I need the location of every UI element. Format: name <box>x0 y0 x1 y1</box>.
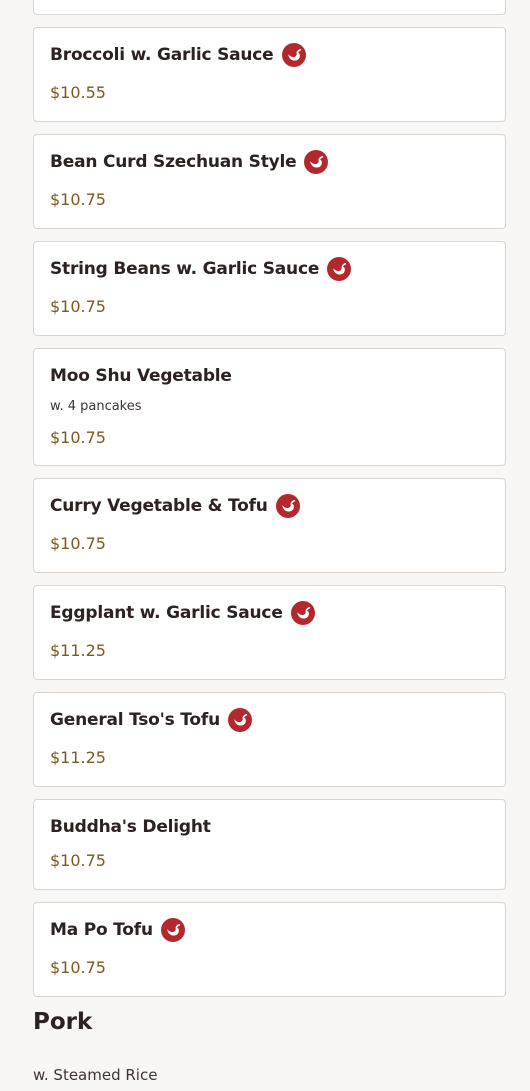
menu-item-card[interactable]: Moo Shu Vegetable w. 4 pancakes $10.75 <box>33 348 506 466</box>
menu-item-title-row: General Tso's Tofu <box>50 707 253 733</box>
menu-item-card-partial[interactable] <box>33 0 506 15</box>
chili-pepper-icon <box>160 918 185 942</box>
chili-pepper-icon <box>327 257 352 281</box>
chili-pepper-icon <box>275 494 300 518</box>
menu-item-name: String Beans w. Garlic Sauce <box>50 259 320 279</box>
menu-item-name: Eggplant w. Garlic Sauce <box>50 603 283 623</box>
menu-item-price: $11.25 <box>50 641 106 660</box>
chili-pepper-icon <box>281 43 306 67</box>
menu-item-card[interactable]: Ma Po Tofu $10.75 <box>33 902 506 997</box>
menu-item-card[interactable]: Eggplant w. Garlic Sauce $11.25 <box>33 585 506 680</box>
menu-item-name: General Tso's Tofu <box>50 710 221 730</box>
menu-item-name: Bean Curd Szechuan Style <box>50 152 297 172</box>
menu-item-title-row: Buddha's Delight <box>50 814 211 840</box>
chili-pepper-icon <box>290 601 315 625</box>
menu-item-price: $10.75 <box>50 958 106 977</box>
menu-item-price: $10.75 <box>50 534 106 553</box>
menu-item-title-row: Bean Curd Szechuan Style <box>50 149 329 175</box>
menu-item-card[interactable]: String Beans w. Garlic Sauce $10.75 <box>33 241 506 336</box>
menu-item-card[interactable]: Buddha's Delight $10.75 <box>33 799 506 890</box>
menu-item-description: w. 4 pancakes <box>50 399 142 414</box>
menu-item-title-row: String Beans w. Garlic Sauce <box>50 256 352 282</box>
menu-item-name: Buddha's Delight <box>50 817 211 837</box>
section-title: Pork <box>33 1009 93 1035</box>
menu-item-price: $10.55 <box>50 83 106 102</box>
menu-item-name: Broccoli w. Garlic Sauce <box>50 45 274 65</box>
menu-item-title-row: Eggplant w. Garlic Sauce <box>50 600 315 626</box>
menu-item-price: $10.75 <box>50 297 106 316</box>
chili-pepper-icon <box>304 150 329 174</box>
menu-item-name: Moo Shu Vegetable <box>50 366 232 386</box>
menu-item-title-row: Moo Shu Vegetable <box>50 363 232 389</box>
section-subtitle: w. Steamed Rice <box>33 1066 158 1084</box>
menu-item-price: $10.75 <box>50 190 106 209</box>
menu-item-card[interactable]: Broccoli w. Garlic Sauce $10.55 <box>33 27 506 122</box>
menu-item-title-row: Curry Vegetable & Tofu <box>50 493 300 519</box>
menu-item-card[interactable]: Curry Vegetable & Tofu $10.75 <box>33 478 506 573</box>
menu-item-title-row: Ma Po Tofu <box>50 917 185 943</box>
menu-item-card[interactable]: Bean Curd Szechuan Style $10.75 <box>33 134 506 229</box>
menu-item-name: Ma Po Tofu <box>50 920 153 940</box>
menu-item-price: $11.25 <box>50 748 106 767</box>
menu-item-name: Curry Vegetable & Tofu <box>50 496 268 516</box>
menu-item-card[interactable]: General Tso's Tofu $11.25 <box>33 692 506 787</box>
menu-item-title-row: Broccoli w. Garlic Sauce <box>50 42 306 68</box>
menu-item-price: $10.75 <box>50 851 106 870</box>
menu-item-price: $10.75 <box>50 428 106 447</box>
menu-item-list: Broccoli w. Garlic Sauce $10.55 Bean Cur… <box>33 0 506 1009</box>
chili-pepper-icon <box>228 708 253 732</box>
